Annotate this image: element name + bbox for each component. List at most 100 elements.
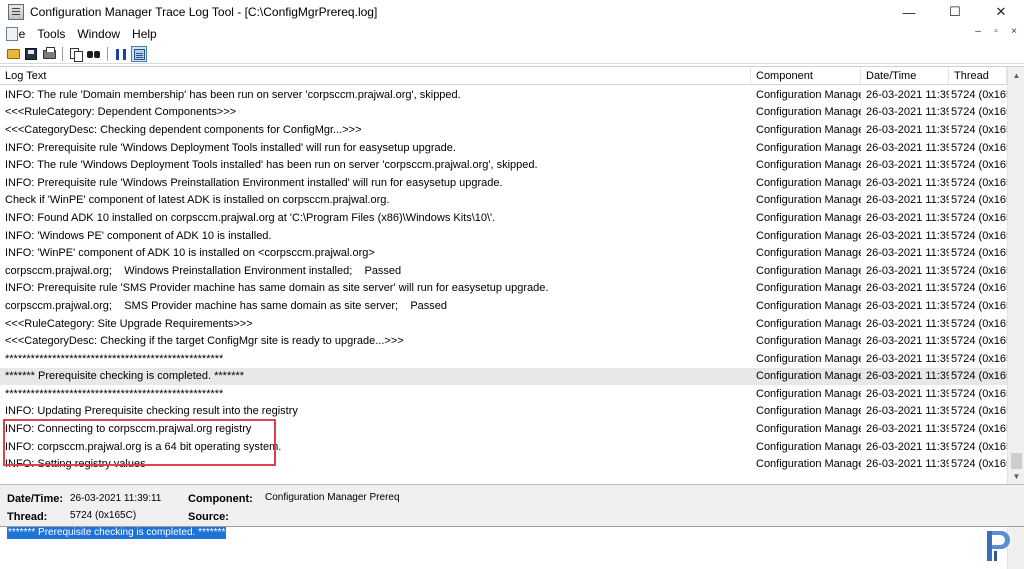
close-button[interactable]: ✕ (978, 0, 1024, 24)
column-log-text[interactable]: Log Text (0, 67, 751, 85)
app-icon (8, 4, 24, 20)
datetime-cell: 26-03-2021 11:39 (866, 423, 949, 436)
log-text-cell: INFO: The rule 'Domain membership' has b… (5, 88, 461, 101)
menu-help[interactable]: Help (126, 27, 163, 41)
open-button[interactable] (5, 46, 21, 62)
minimize-button[interactable]: — (886, 0, 932, 24)
table-row[interactable]: <<<RuleCategory: Site Upgrade Requiremen… (0, 315, 1007, 333)
table-row[interactable]: corpsccm.prajwal.org; Windows Preinstall… (0, 262, 1007, 280)
table-row[interactable]: INFO: 'WinPE' component of ADK 10 is ins… (0, 244, 1007, 262)
datetime-value: 26-03-2021 11:39:11 (70, 493, 162, 504)
table-row[interactable]: ****************************************… (0, 350, 1007, 368)
table-row[interactable]: INFO: Prerequisite rule 'Windows Deploym… (0, 139, 1007, 157)
component-cell: Configuration Manage (756, 370, 861, 383)
table-row[interactable]: INFO: The rule 'Windows Deployment Tools… (0, 156, 1007, 174)
log-grid[interactable]: Log Text Component Date/Time Thread INFO… (0, 66, 1024, 484)
table-row[interactable]: INFO: Found ADK 10 installed on corpsccm… (0, 209, 1007, 227)
find-button[interactable] (86, 46, 102, 62)
message-selected-text[interactable]: ******* Prerequisite checking is complet… (7, 527, 227, 539)
log-text-cell: INFO: Connecting to corpsccm.prajwal.org… (5, 423, 252, 436)
component-cell: Configuration Manage (756, 405, 861, 418)
column-component[interactable]: Component (751, 67, 861, 85)
window-icon (133, 48, 145, 60)
maximize-button[interactable]: ☐ (932, 0, 978, 24)
toolbar (0, 45, 1024, 64)
datetime-cell: 26-03-2021 11:39 (866, 88, 949, 101)
datetime-cell: 26-03-2021 11:39 (866, 159, 949, 172)
save-button[interactable] (23, 46, 39, 62)
scroll-down-icon[interactable]: ▼ (1008, 468, 1024, 484)
log-text-cell: <<<CategoryDesc: Checking if the target … (5, 335, 404, 348)
prajwal-logo-icon (987, 531, 1010, 561)
pause-button[interactable] (113, 46, 129, 62)
table-row[interactable]: Check if 'WinPE' component of latest ADK… (0, 192, 1007, 210)
thread-cell: 5724 (0x165 (951, 88, 1007, 101)
scroll-thumb[interactable] (1011, 453, 1022, 469)
log-text-cell: INFO: Found ADK 10 installed on corpsccm… (5, 211, 496, 224)
column-datetime[interactable]: Date/Time (861, 67, 949, 85)
log-text-cell: corpsccm.prajwal.org; Windows Preinstall… (5, 264, 402, 277)
datetime-cell: 26-03-2021 11:39 (866, 370, 949, 383)
table-row[interactable]: <<<RuleCategory: Dependent Components>>>… (0, 104, 1007, 122)
table-row[interactable]: INFO: The rule 'Domain membership' has b… (0, 86, 1007, 104)
thread-cell: 5724 (0x165 (951, 211, 1007, 224)
thread-label: Thread: (7, 511, 48, 523)
component-cell: Configuration Manage (756, 264, 861, 277)
mdi-close-button[interactable]: × (1006, 26, 1022, 40)
table-row[interactable]: <<<CategoryDesc: Checking dependent comp… (0, 121, 1007, 139)
table-row[interactable]: <<<CategoryDesc: Checking if the target … (0, 332, 1007, 350)
datetime-cell: 26-03-2021 11:39 (866, 282, 949, 295)
print-icon (42, 46, 56, 59)
document-icon[interactable] (6, 27, 18, 41)
component-cell: Configuration Manage (756, 141, 861, 154)
table-row[interactable]: corpsccm.prajwal.org; SMS Provider machi… (0, 297, 1007, 315)
table-row[interactable]: INFO: Prerequisite rule 'Windows Preinst… (0, 174, 1007, 192)
table-row[interactable]: ******* Prerequisite checking is complet… (0, 367, 1007, 386)
thread-cell: 5724 (0x165 (951, 299, 1007, 312)
table-row[interactable]: INFO: Prerequisite rule 'SMS Provider ma… (0, 280, 1007, 298)
datetime-cell: 26-03-2021 11:39 (866, 387, 949, 400)
component-cell: Configuration Manage (756, 387, 861, 400)
print-button[interactable] (41, 46, 57, 62)
find-icon (87, 49, 101, 59)
vertical-scrollbar[interactable]: ▲ ▼ (1007, 67, 1024, 484)
window-toggle-button[interactable] (131, 46, 147, 62)
thread-cell: 5724 (0x165 (951, 352, 1007, 365)
component-cell: Configuration Manage (756, 106, 861, 119)
log-text-cell: INFO: Updating Prerequisite checking res… (5, 405, 298, 418)
component-cell: Configuration Manage (756, 247, 861, 260)
component-cell: Configuration Manage (756, 159, 861, 172)
table-row[interactable]: INFO: corpsccm.prajwal.org is a 64 bit o… (0, 438, 1007, 456)
scroll-up-icon[interactable]: ▲ (1008, 67, 1024, 84)
column-thread[interactable]: Thread (949, 67, 1007, 85)
log-text-cell: ******* Prerequisite checking is complet… (5, 370, 245, 383)
datetime-cell: 26-03-2021 11:39 (866, 405, 949, 418)
datetime-cell: 26-03-2021 11:39 (866, 264, 949, 277)
component-cell: Configuration Manage (756, 317, 861, 330)
thread-cell: 5724 (0x165 (951, 229, 1007, 242)
component-cell: Configuration Manage (756, 423, 861, 436)
menu-tools[interactable]: Tools (31, 27, 71, 41)
table-row[interactable]: ****************************************… (0, 385, 1007, 403)
log-text-cell: INFO: Setting registry values (5, 458, 146, 471)
log-text-cell: ****************************************… (5, 352, 224, 365)
mdi-restore-button[interactable]: ▫ (988, 26, 1004, 40)
datetime-cell: 26-03-2021 11:39 (866, 106, 949, 119)
thread-cell: 5724 (0x165 (951, 106, 1007, 119)
log-text-cell: INFO: Prerequisite rule 'Windows Preinst… (5, 176, 503, 189)
details-pane: Date/Time: 26-03-2021 11:39:11 Component… (0, 484, 1024, 526)
table-row[interactable]: INFO: 'Windows PE' component of ADK 10 i… (0, 227, 1007, 245)
thread-cell: 5724 (0x165 (951, 141, 1007, 154)
message-pane[interactable]: ******* Prerequisite checking is complet… (0, 526, 1024, 569)
component-cell: Configuration Manage (756, 458, 861, 471)
mdi-minimize-button[interactable]: – (970, 26, 986, 40)
copy-button[interactable] (68, 46, 84, 62)
menu-window[interactable]: Window (71, 27, 126, 41)
table-row[interactable]: INFO: Setting registry values Configurati… (0, 455, 1007, 473)
component-value: Configuration Manager Prereq (265, 492, 400, 503)
datetime-cell: 26-03-2021 11:39 (866, 141, 949, 154)
component-cell: Configuration Manage (756, 299, 861, 312)
log-text-cell: Check if 'WinPE' component of latest ADK… (5, 194, 390, 207)
table-row[interactable]: INFO: Updating Prerequisite checking res… (0, 403, 1007, 421)
table-row[interactable]: INFO: Connecting to corpsccm.prajwal.org… (0, 420, 1007, 438)
